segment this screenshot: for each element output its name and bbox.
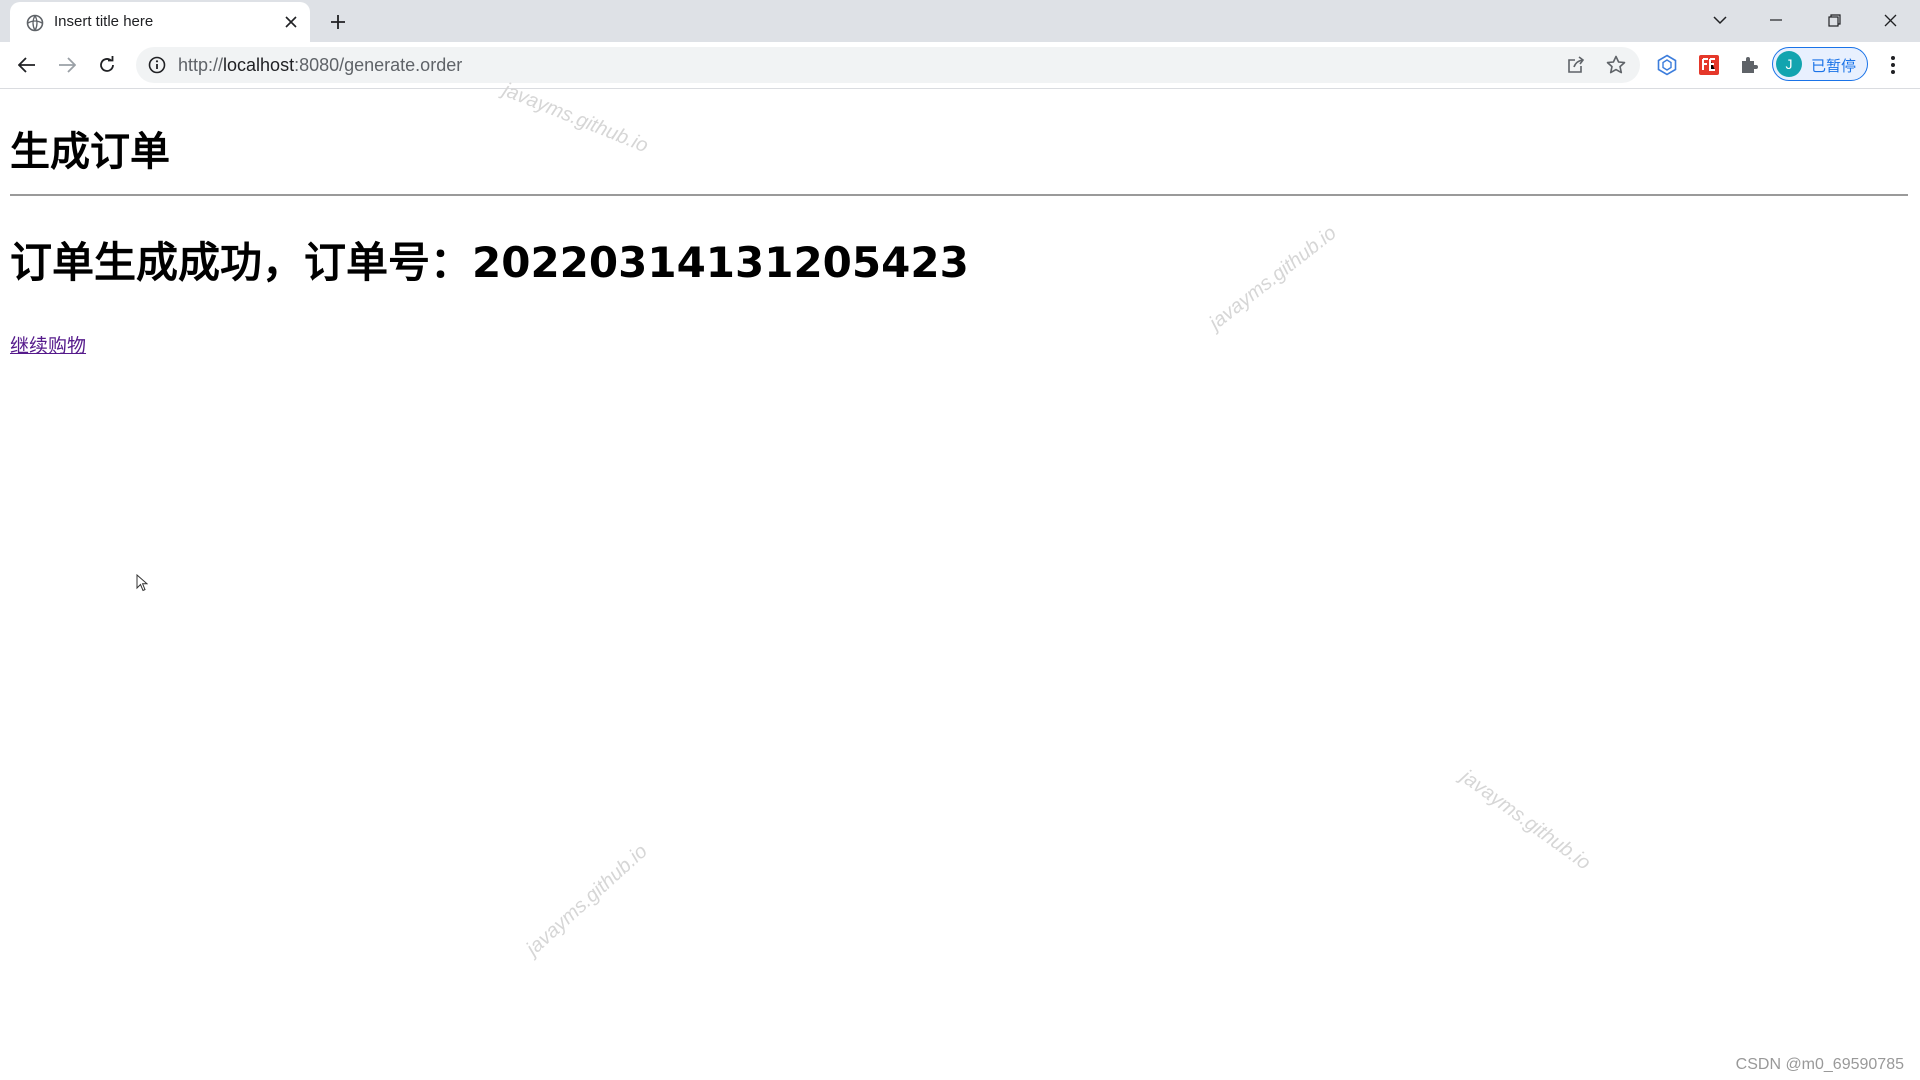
browser-toolbar: http://localhost:8080/generate.order J 已…: [0, 42, 1920, 89]
url-scheme: http://: [178, 55, 224, 75]
profile-button[interactable]: J 已暂停: [1772, 47, 1868, 81]
mouse-pointer-icon: [136, 574, 148, 592]
new-tab-button[interactable]: [326, 10, 350, 34]
close-window-icon[interactable]: [1862, 0, 1918, 40]
share-icon[interactable]: [1566, 55, 1586, 75]
profile-status-label: 已暂停: [1811, 57, 1857, 75]
divider: [10, 194, 1908, 196]
tab-strip: Insert title here: [0, 0, 1920, 42]
watermark: javayms.github.io: [1205, 221, 1341, 335]
continue-shopping-link[interactable]: 继续购物: [10, 331, 86, 358]
watermark: javayms.github.io: [1456, 765, 1595, 875]
watermark: javayms.github.io: [499, 78, 652, 158]
url-path: :8080/generate.order: [294, 55, 463, 75]
globe-icon: [26, 14, 44, 32]
tab-search-chevron-icon[interactable]: [1692, 0, 1748, 40]
close-tab-icon[interactable]: [282, 13, 300, 31]
forward-arrow-icon[interactable]: [51, 49, 83, 81]
tab-title: Insert title here: [54, 13, 154, 30]
order-success-message: 订单生成成功，订单号：20220314131205423: [10, 238, 969, 287]
restore-icon[interactable]: [1806, 0, 1862, 40]
puzzle-extensions-icon[interactable]: [1738, 54, 1760, 76]
site-info-icon[interactable]: [148, 56, 166, 74]
url-text[interactable]: http://localhost:8080/generate.order: [178, 55, 462, 76]
browser-tab[interactable]: Insert title here: [10, 2, 310, 42]
url-host: localhost: [223, 55, 295, 75]
back-arrow-icon[interactable]: [11, 49, 43, 81]
address-bar[interactable]: http://localhost:8080/generate.order: [136, 47, 1640, 83]
fehelper-extension-icon[interactable]: [1698, 54, 1720, 76]
avatar: J: [1776, 51, 1802, 77]
watermark: javayms.github.io: [522, 840, 652, 961]
page-content: 生成订单 订单生成成功，订单号：20220314131205423 继续购物 j…: [0, 79, 1920, 1080]
minimize-icon[interactable]: [1748, 0, 1804, 40]
more-menu-icon[interactable]: [1882, 54, 1904, 76]
footer-watermark: CSDN @m0_69590785: [1735, 1056, 1904, 1073]
page-title: 生成订单: [10, 129, 170, 175]
bookmark-star-icon[interactable]: [1606, 55, 1626, 75]
reload-icon[interactable]: [91, 49, 123, 81]
extension-hexagon-icon[interactable]: [1656, 54, 1678, 76]
